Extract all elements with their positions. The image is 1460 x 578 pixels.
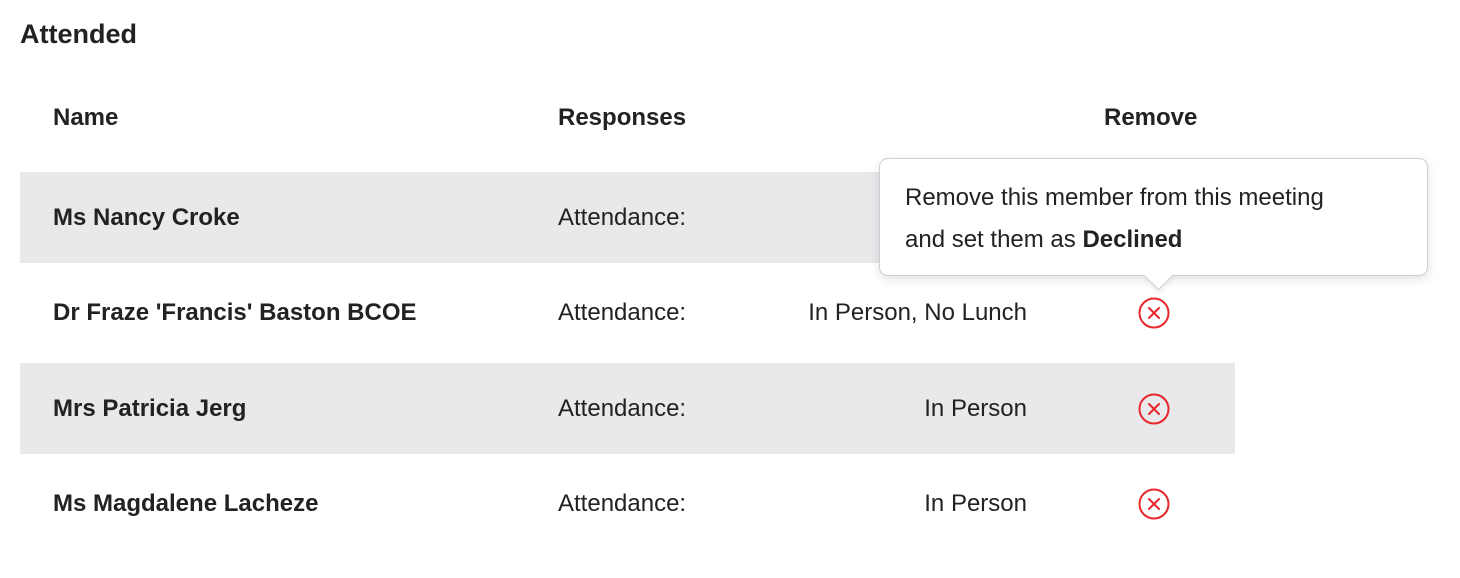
- response-value: In Person: [924, 490, 1027, 517]
- table-row: Mrs Patricia Jerg Attendance: In Person: [20, 363, 1235, 454]
- table-row: Ms Magdalene Lacheze Attendance: In Pers…: [20, 454, 1235, 554]
- close-circle-icon: [1138, 393, 1170, 424]
- tooltip-line-1: Remove this member from this meeting: [905, 184, 1324, 211]
- tooltip-declined-label: Declined: [1082, 226, 1183, 253]
- tooltip-text: and set them as: [905, 226, 1083, 253]
- table-row: Dr Fraze 'Francis' Baston BCOE Attendanc…: [20, 263, 1235, 363]
- close-circle-icon: [1138, 488, 1170, 520]
- remove-tooltip: Remove this member from this meeting and…: [879, 158, 1428, 291]
- attendee-name: Mrs Patricia Jerg: [53, 394, 247, 422]
- remove-button[interactable]: [1138, 297, 1170, 329]
- attendee-name: Ms Magdalene Lacheze: [53, 490, 319, 517]
- attendee-name: Ms Nancy Croke: [53, 203, 240, 231]
- response-label: Attendance:: [558, 299, 687, 326]
- section-title: Attended: [20, 19, 137, 49]
- attendees-table: Name Responses Remove Ms Nancy Croke Att…: [20, 78, 1235, 554]
- tooltip-line-2: and set them as Declined: [905, 219, 1403, 261]
- column-header-remove: Remove: [1104, 104, 1198, 131]
- response-value: In Person, No Lunch: [808, 299, 1027, 326]
- remove-button[interactable]: [1138, 393, 1170, 425]
- column-header-responses: Responses: [558, 104, 687, 131]
- remove-button[interactable]: [1138, 488, 1170, 520]
- attendee-name: Dr Fraze 'Francis' Baston BCOE: [53, 299, 417, 326]
- column-header-name: Name: [53, 104, 119, 131]
- close-circle-icon: [1138, 297, 1170, 329]
- response-label: Attendance:: [558, 394, 687, 422]
- response-label: Attendance:: [558, 490, 687, 517]
- table-header: Name Responses Remove: [20, 78, 1235, 158]
- response-label: Attendance:: [558, 203, 687, 231]
- response-value: In Person: [924, 394, 1027, 422]
